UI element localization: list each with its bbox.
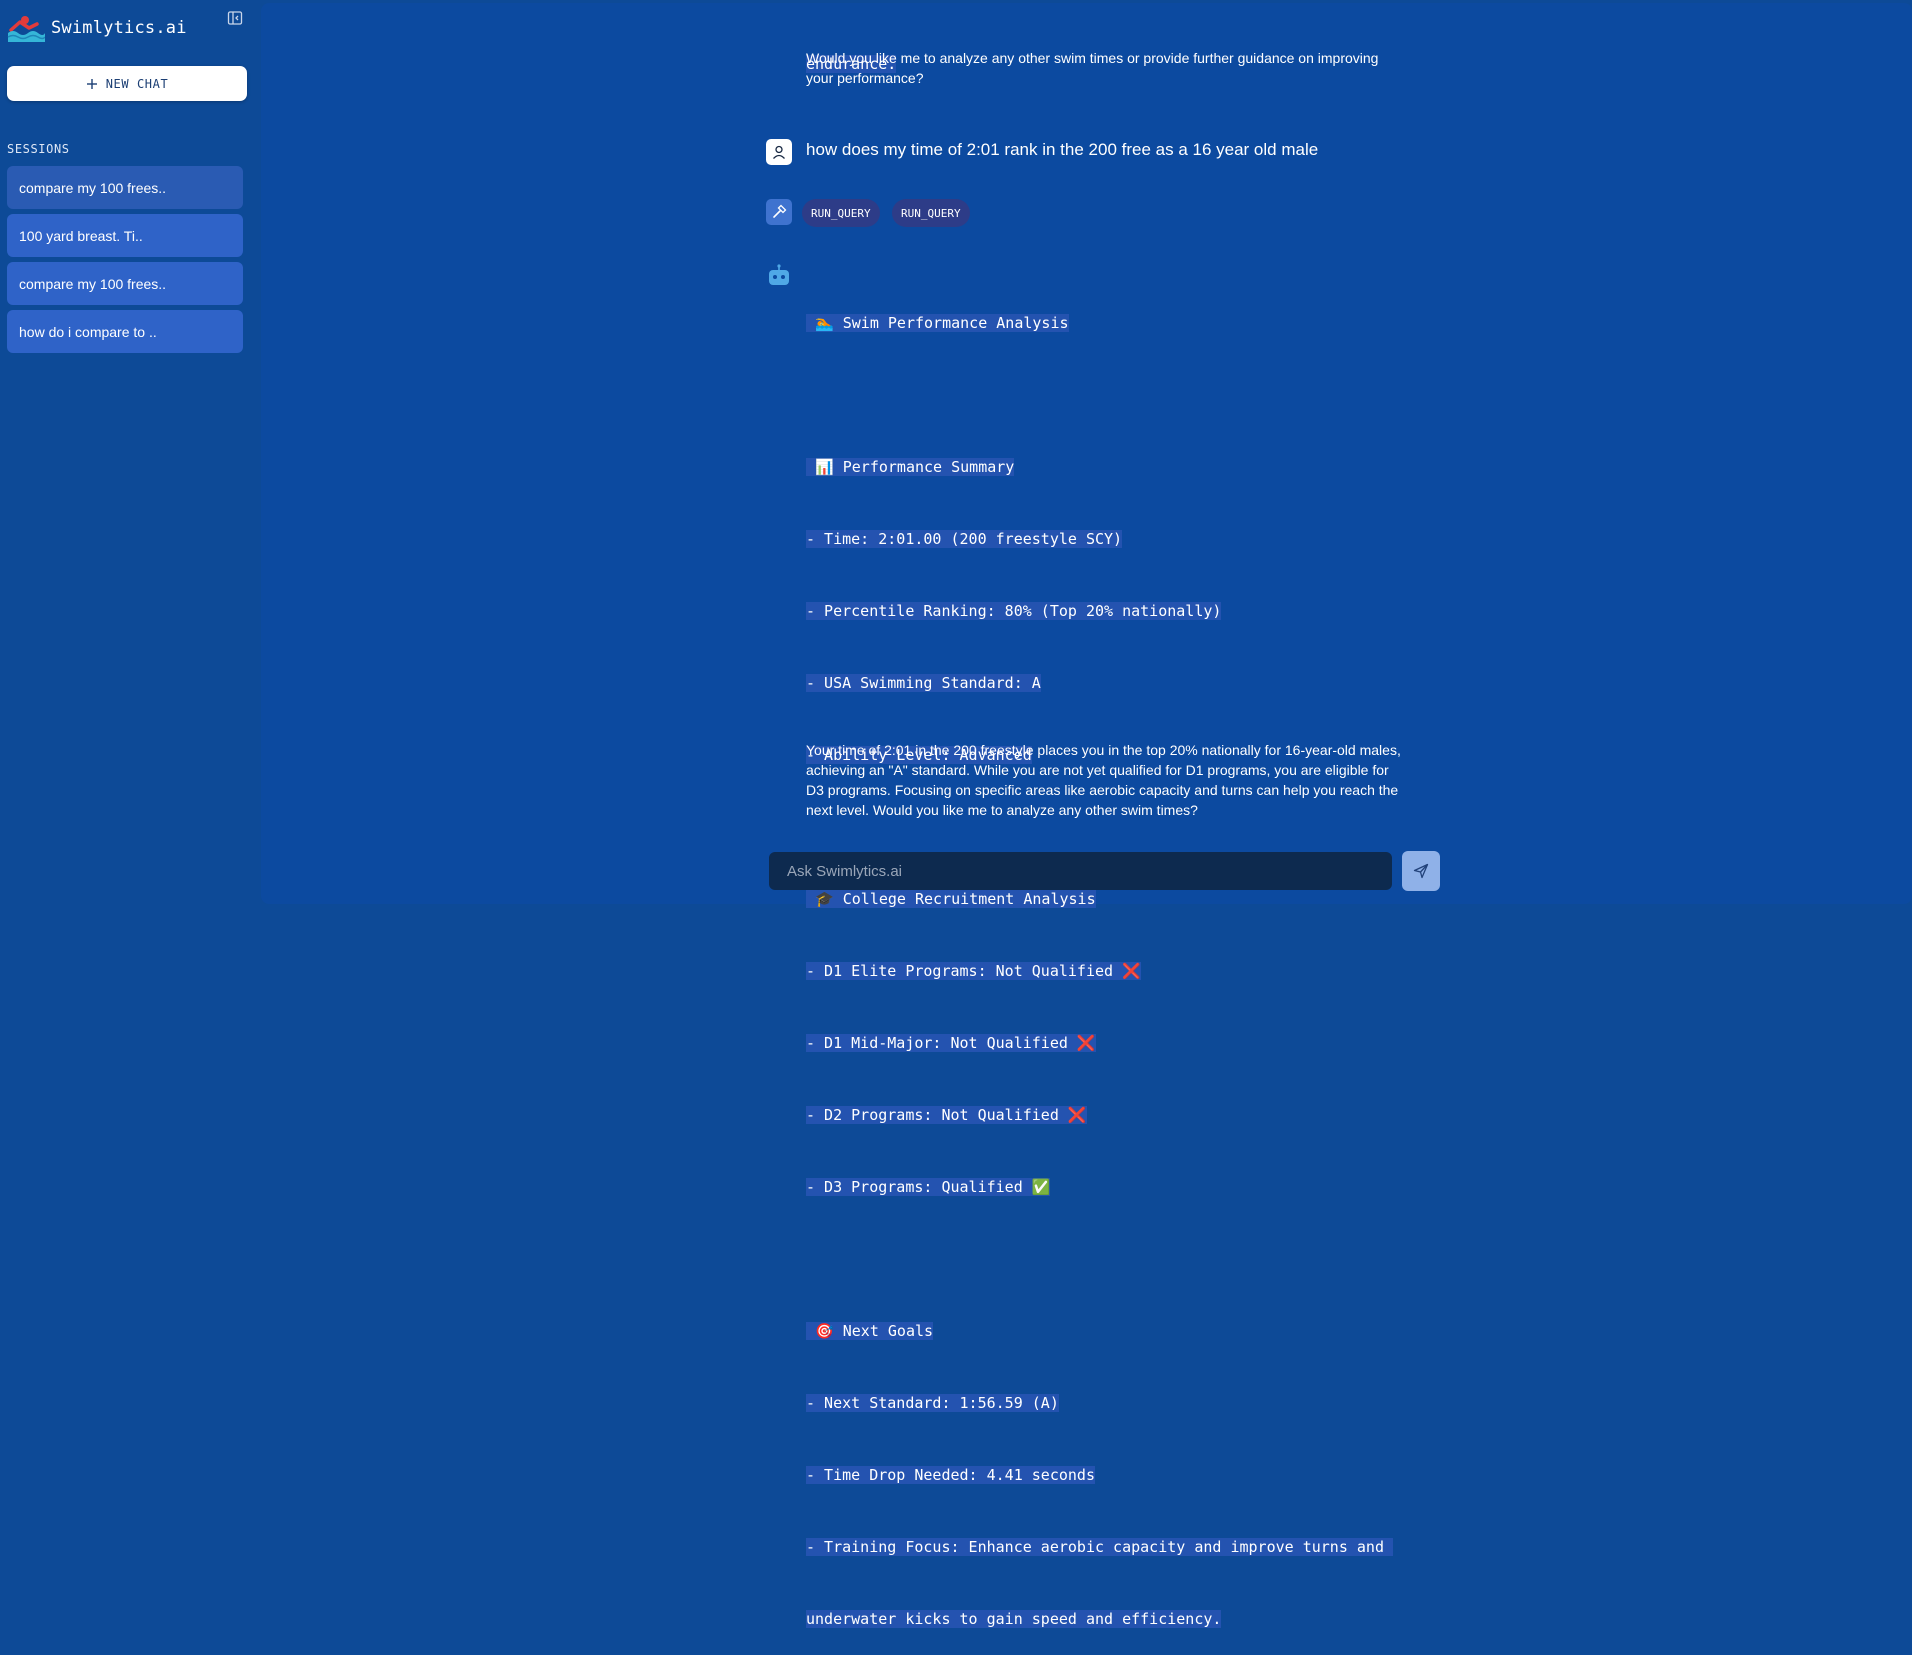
analysis-line: - D1 Elite Programs: Not Qualified ❌ — [806, 962, 1141, 980]
session-list: compare my 100 frees.. 100 yard breast. … — [7, 166, 243, 358]
analysis-line: - D2 Programs: Not Qualified ❌ — [806, 1106, 1087, 1124]
analysis-line: underwater kicks to gain speed and effic… — [806, 1610, 1222, 1628]
analysis-line: - Time: 2:01.00 (200 freestyle SCY) — [806, 530, 1123, 548]
assistant-summary: Your time of 2:01 in the 200 freestyle p… — [806, 742, 1401, 818]
analysis-line: - Training Focus: Enhance aerobic capaci… — [806, 1538, 1393, 1556]
analysis-line: - D3 Programs: Qualified ✅ — [806, 1178, 1051, 1196]
analysis-heading: 📊 Performance Summary — [806, 458, 1015, 476]
user-avatar-icon — [766, 139, 792, 165]
sessions-heading: SESSIONS — [7, 142, 70, 156]
analysis-line: - Time Drop Needed: 4.41 seconds — [806, 1466, 1095, 1484]
session-item[interactable]: compare my 100 frees.. — [7, 262, 243, 305]
sidebar-collapse-icon[interactable] — [227, 10, 243, 26]
brand-name: Swimlytics.ai — [51, 18, 187, 38]
prev-assistant-followup: Would you like me to analyze any other s… — [806, 50, 1379, 86]
analysis-line: - Next Standard: 1:56.59 (A) — [806, 1394, 1059, 1412]
session-item[interactable]: how do i compare to .. — [7, 310, 243, 353]
new-chat-button[interactable]: NEW CHAT — [7, 66, 247, 101]
composer — [769, 852, 1392, 890]
tool-call-chip[interactable]: RUN_QUERY — [892, 199, 970, 227]
analysis-line: - Percentile Ranking: 80% (Top 20% natio… — [806, 602, 1222, 620]
new-chat-label: NEW CHAT — [105, 76, 169, 91]
analysis-title: 🏊 Swim Performance Analysis — [806, 314, 1069, 332]
hammer-icon — [766, 199, 792, 225]
analysis-line: - D1 Mid-Major: Not Qualified ❌ — [806, 1034, 1096, 1052]
send-button[interactable] — [1402, 851, 1440, 891]
analysis-block: 🏊 Swim Performance Analysis 📊 Performanc… — [806, 263, 1406, 1655]
tool-call-chip[interactable]: RUN_QUERY — [802, 199, 880, 227]
session-item[interactable]: compare my 100 frees.. — [7, 166, 243, 209]
plus-icon — [86, 78, 97, 89]
chat-input[interactable] — [785, 861, 1392, 881]
brand[interactable]: Swimlytics.ai — [7, 14, 187, 42]
wave-logo-icon — [7, 16, 45, 42]
send-icon — [1413, 863, 1429, 879]
robot-icon — [766, 263, 792, 289]
session-item[interactable]: 100 yard breast. Ti.. — [7, 214, 243, 257]
analysis-heading: 🎯 Next Goals — [806, 1322, 934, 1340]
analysis-line: - USA Swimming Standard: A — [806, 674, 1041, 692]
user-message: how does my time of 2:01 rank in the 200… — [806, 140, 1319, 159]
analysis-heading: 🎓 College Recruitment Analysis — [806, 890, 1096, 908]
sidebar: Swimlytics.ai NEW CHAT SESSIONS compare … — [0, 0, 259, 907]
